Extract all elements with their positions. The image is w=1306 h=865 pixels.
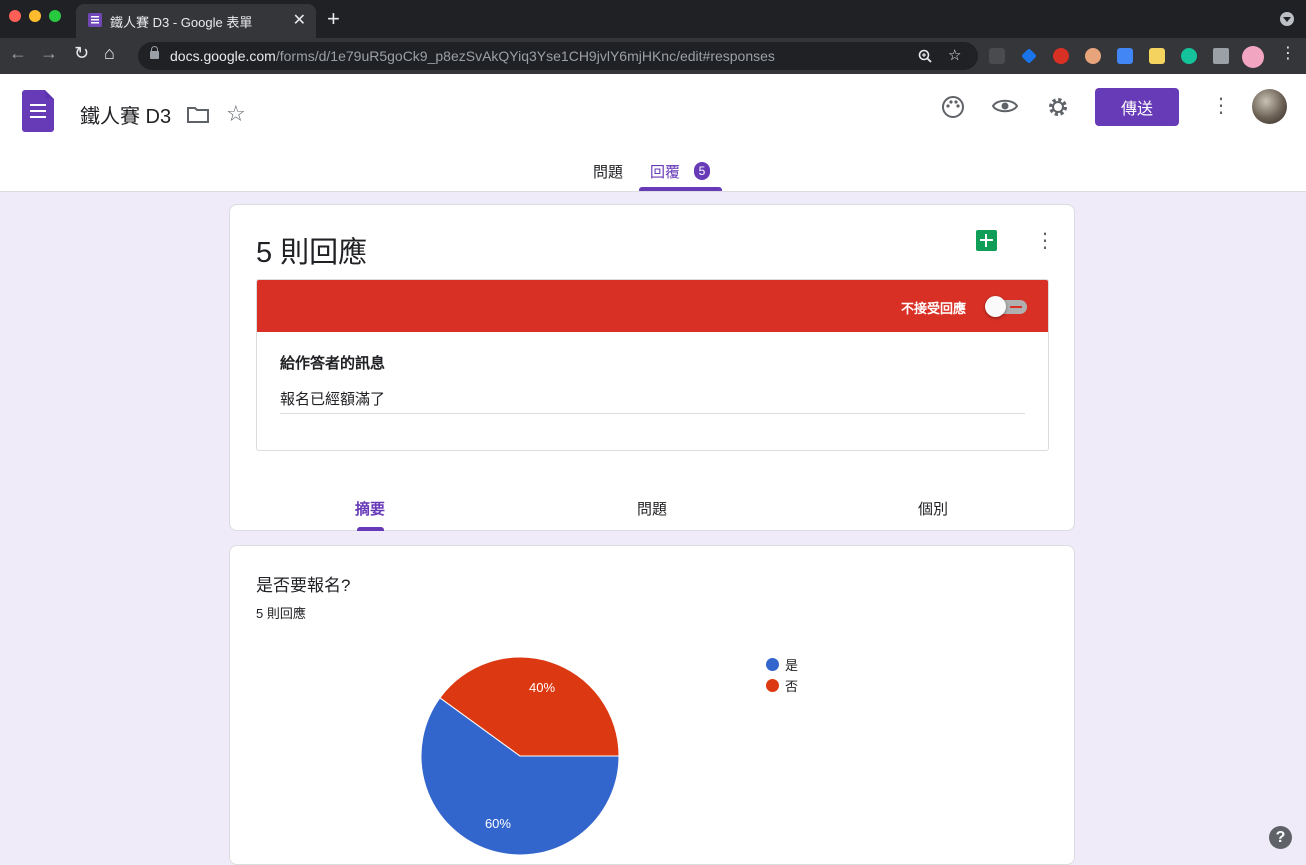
- bookmark-star-icon[interactable]: ☆: [948, 46, 961, 64]
- question-summary-card: 是否要報名? 5 則回應 60% 40% 是否: [229, 545, 1075, 865]
- gem-extension-icon[interactable]: [1021, 48, 1037, 64]
- legend-dot: [766, 679, 779, 692]
- adblock-extension-icon[interactable]: [1053, 48, 1069, 64]
- new-tab-button[interactable]: +: [327, 6, 340, 32]
- pie-label-yes: 60%: [485, 816, 511, 831]
- note-extension-icon[interactable]: [1149, 48, 1165, 64]
- address-bar[interactable]: docs.google.com/forms/d/1e79uR5goCk9_p8e…: [138, 42, 978, 70]
- more-options-icon[interactable]: ⋮: [1211, 96, 1231, 116]
- toggle-dash: [1010, 306, 1022, 308]
- tab-search-icon[interactable]: [1280, 12, 1294, 26]
- legend-label: 否: [785, 679, 799, 694]
- recycle-extension-icon[interactable]: [989, 48, 1005, 64]
- subtab-summary[interactable]: 摘要: [355, 498, 385, 519]
- chart-legend: 是否: [766, 654, 798, 696]
- question-response-count: 5 則回應: [256, 606, 306, 621]
- tab-responses[interactable]: 回覆: [650, 161, 680, 182]
- zoom-window-button[interactable]: [49, 10, 61, 22]
- legend-dot: [766, 658, 779, 671]
- response-count-title: 5 則回應: [256, 237, 368, 269]
- browser-menu-icon[interactable]: ⋮: [1280, 43, 1296, 63]
- puzzle-extensions-icon[interactable]: [1213, 48, 1229, 64]
- message-input[interactable]: 報名已經額滿了: [280, 388, 385, 409]
- forms-header: 鐵人賽 D3 ☆ 傳送 ⋮ 問題 回覆 5: [0, 74, 1306, 192]
- subtab-individual[interactable]: 個別: [918, 498, 948, 519]
- pie-chart: 60% 40%: [420, 656, 620, 856]
- legend-item-yes: 是: [766, 654, 798, 675]
- url-path: /forms/d/1e79uR5goCk9_p8ezSvAkQYiq3Yse1C…: [275, 48, 775, 64]
- back-icon[interactable]: ←: [9, 43, 27, 64]
- minimize-window-button[interactable]: [29, 10, 41, 22]
- responses-more-icon[interactable]: ⋮: [1035, 231, 1055, 251]
- home-icon[interactable]: ⌂: [104, 43, 115, 64]
- preview-eye-icon[interactable]: [992, 97, 1018, 115]
- question-title: 是否要報名?: [256, 576, 351, 595]
- grammarly-extension-icon[interactable]: [1181, 48, 1197, 64]
- close-tab-icon[interactable]: ✕: [293, 10, 306, 30]
- pie-label-no: 40%: [529, 680, 555, 695]
- close-window-button[interactable]: [9, 10, 21, 22]
- tab-questions[interactable]: 問題: [593, 161, 623, 182]
- zoom-icon[interactable]: [918, 49, 932, 63]
- help-button[interactable]: ?: [1269, 826, 1292, 849]
- subtab-question[interactable]: 問題: [637, 498, 667, 519]
- closed-responses-banner: 不接受回應 給作答者的訊息 報名已經額滿了: [256, 279, 1049, 451]
- browser-tab-title: 鐵人賽 D3 - Google 表單: [110, 15, 253, 30]
- profile-avatar-icon[interactable]: [1242, 46, 1264, 68]
- active-tab-indicator: [639, 187, 722, 191]
- subtab-indicator: [357, 527, 384, 531]
- star-icon[interactable]: ☆: [226, 101, 246, 127]
- browser-tab-strip: 鐵人賽 D3 - Google 表單 ✕ +: [0, 0, 1306, 38]
- account-avatar[interactable]: [1252, 89, 1287, 124]
- sheets-icon[interactable]: [976, 230, 997, 251]
- banner-header: 不接受回應: [257, 280, 1048, 332]
- legend-label: 是: [785, 658, 799, 673]
- responses-card: 5 則回應 ⋮ 不接受回應 給作答者的訊息 報名已經額滿了 摘要 問題 個別: [229, 204, 1075, 531]
- accepting-responses-label: 不接受回應: [901, 301, 967, 316]
- url-host: docs.google.com: [170, 48, 276, 64]
- forms-logo-icon[interactable]: [22, 90, 54, 132]
- reload-icon[interactable]: ↻: [74, 43, 89, 64]
- palette-icon[interactable]: [941, 95, 965, 119]
- translate-extension-icon[interactable]: [1117, 48, 1133, 64]
- send-button[interactable]: 傳送: [1095, 88, 1179, 126]
- browser-toolbar: ← → ↻ ⌂ docs.google.com/forms/d/1e79uR5g…: [0, 38, 1306, 74]
- message-underline: [280, 413, 1025, 414]
- legend-item-no: 否: [766, 675, 798, 696]
- lock-icon: [150, 46, 159, 59]
- message-label: 給作答者的訊息: [280, 355, 386, 372]
- folder-icon[interactable]: [186, 104, 210, 124]
- document-title[interactable]: 鐵人賽 D3: [80, 100, 171, 129]
- forward-icon[interactable]: →: [40, 43, 58, 64]
- glasses-extension-icon[interactable]: [1085, 48, 1101, 64]
- response-count-badge: 5: [694, 162, 710, 180]
- browser-tab[interactable]: 鐵人賽 D3 - Google 表單 ✕: [76, 4, 316, 38]
- toggle-thumb[interactable]: [985, 296, 1006, 317]
- url-text: docs.google.com/forms/d/1e79uR5goCk9_p8e…: [170, 48, 775, 64]
- settings-gear-icon[interactable]: [1046, 95, 1070, 119]
- forms-favicon-icon: [88, 13, 102, 27]
